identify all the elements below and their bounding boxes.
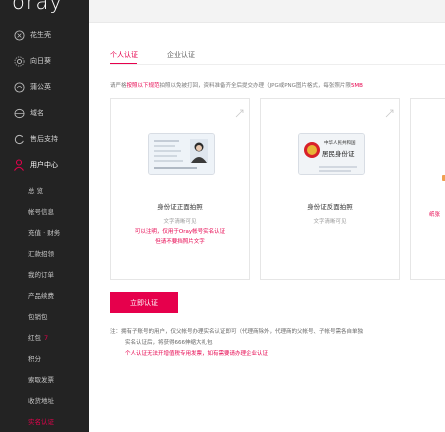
sub-item-label: 红包 bbox=[28, 334, 41, 342]
sunflower-icon bbox=[13, 55, 25, 67]
sub-item-points[interactable]: 积分 bbox=[28, 353, 41, 363]
dandelion-icon bbox=[13, 81, 25, 93]
sub-item-account-info[interactable]: 帐号信息 bbox=[28, 206, 54, 216]
handheld-id-upload-card[interactable] bbox=[410, 98, 445, 280]
expand-icon[interactable] bbox=[235, 103, 244, 118]
card-title: 身份证反面拍照 bbox=[307, 203, 353, 211]
nav-item-support[interactable]: 售后支持 bbox=[0, 129, 89, 149]
peanut-shell-icon bbox=[13, 29, 25, 41]
sub-item-address[interactable]: 收货地址 bbox=[28, 395, 54, 405]
nav-label: 花生壳 bbox=[30, 31, 51, 39]
notice-link[interactable]: 按照以下规范 bbox=[127, 83, 160, 89]
user-icon bbox=[13, 159, 25, 171]
sub-item-invoice[interactable]: 索取发票 bbox=[28, 374, 54, 384]
top-bar bbox=[89, 0, 445, 23]
id-card-title-line-1: 中华人民共和国 bbox=[324, 141, 356, 146]
id-back-sample-image: 中华人民共和国 居民身份证 bbox=[298, 133, 365, 175]
support-icon bbox=[13, 133, 25, 145]
id-front-sample-image bbox=[148, 133, 215, 175]
expand-icon[interactable] bbox=[385, 103, 394, 118]
oray-logo[interactable]: oray bbox=[12, 0, 82, 14]
nav-item-dandelion[interactable]: 蒲公英 bbox=[0, 77, 89, 97]
card-note-line-1: 可以注明，仅用于Oray帐号实名认证 bbox=[134, 229, 226, 235]
id-back-upload-card[interactable]: 中华人民共和国 居民身份证 身份证反面拍照 文字清晰可见 bbox=[260, 98, 400, 280]
verify-now-button[interactable]: 立即认证 bbox=[110, 292, 178, 313]
card-note-partial: 纸张 bbox=[429, 212, 441, 218]
sub-item-recharge[interactable]: 充值 · 财务 bbox=[28, 227, 60, 237]
sub-item-my-orders[interactable]: 我的订单 bbox=[28, 269, 54, 279]
main-content: 个人认证 企业认证 请严格按照以下规范拍照以免被打回，资料准备齐全后提交办理（J… bbox=[89, 0, 445, 432]
nav-label: 向日葵 bbox=[30, 57, 51, 65]
sub-item-renewal[interactable]: 产品续费 bbox=[28, 290, 54, 300]
tab-active-indicator bbox=[110, 63, 137, 64]
note-line-2: 实名认证后，将获得666伸缩大礼包 bbox=[125, 340, 213, 346]
nav-item-peanut-shell[interactable]: 花生壳 bbox=[0, 25, 89, 45]
globe-icon bbox=[13, 107, 25, 119]
nav-item-sunflower[interactable]: 向日葵 bbox=[0, 51, 89, 71]
logo-text: oray bbox=[12, 0, 63, 14]
nav-label: 蒲公英 bbox=[30, 83, 51, 91]
card-note-line-2: 但请不要挡照片文字 bbox=[155, 239, 205, 245]
tab-personal-auth[interactable]: 个人认证 bbox=[110, 50, 138, 60]
upload-notice: 请严格按照以下规范拍照以免被打回，资料准备齐全后提交办理（JPG或PNG图片格式… bbox=[110, 83, 363, 89]
nav-item-user-center[interactable]: 用户中心 bbox=[0, 155, 89, 175]
note-line-1: 注：拥有子账号的用户，仅父帐号办理实名认证即可（代理商除外，代理商的父帐号、子帐… bbox=[110, 329, 364, 335]
card-hint: 文字清晰可见 bbox=[313, 219, 347, 225]
nav-label: 域名 bbox=[30, 109, 44, 117]
card-title: 身份证正面拍照 bbox=[157, 203, 203, 211]
card-hint: 文字清晰可见 bbox=[163, 219, 197, 225]
sub-item-package[interactable]: 包销包 bbox=[28, 311, 48, 321]
nav-item-domain[interactable]: 域名 bbox=[0, 103, 89, 123]
sub-item-overview[interactable]: 总 览 bbox=[28, 185, 43, 195]
sub-item-remittance[interactable]: 汇款招领 bbox=[28, 248, 54, 258]
sidebar: oray 花生壳 向日葵 蒲公英 域名 售后支持 用户中心 总 览 帐号信息 充… bbox=[0, 0, 89, 432]
tab-divider bbox=[110, 64, 445, 65]
id-front-upload-card[interactable]: 身份证正面拍照 文字清晰可见 可以注明，仅用于Oray帐号实名认证 但请不要挡照… bbox=[110, 98, 250, 280]
nav-label: 用户中心 bbox=[30, 161, 58, 169]
red-packet-count-badge: 7 bbox=[44, 334, 49, 342]
id-card-title-line-2: 居民身份证 bbox=[322, 150, 355, 158]
tab-enterprise-auth[interactable]: 企业认证 bbox=[167, 50, 195, 60]
sub-item-red-packet[interactable]: 红包 7 bbox=[28, 332, 48, 342]
nav-label: 售后支持 bbox=[30, 135, 58, 143]
sub-item-real-name-auth[interactable]: 实名认证 bbox=[28, 416, 54, 426]
note-line-3: 个人认证无法开增值税专用发票，如有需要请办理企业认证 bbox=[125, 351, 269, 357]
